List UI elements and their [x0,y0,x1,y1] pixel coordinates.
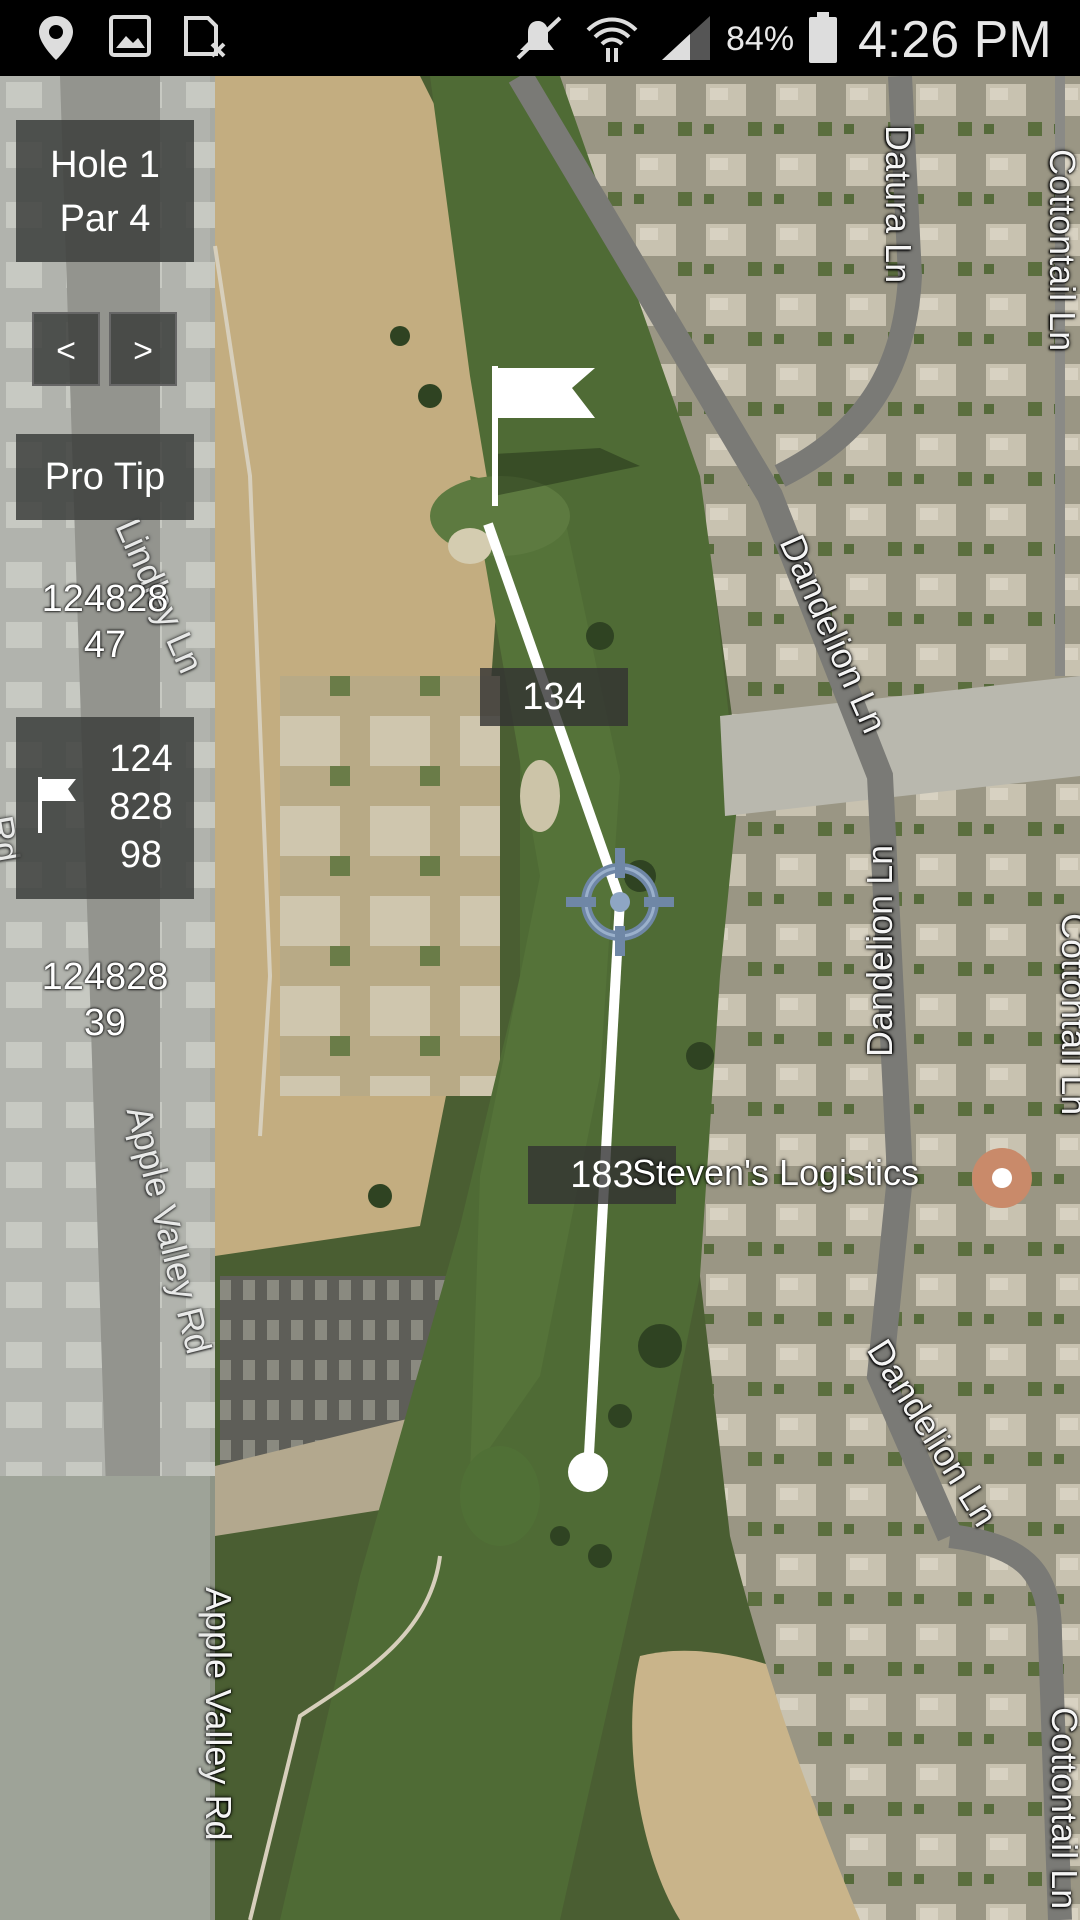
wifi-icon [586,17,638,62]
location-icon [39,16,73,60]
flag-distance-line-3: 98 [119,834,163,876]
upper-distance-value: 134 [522,676,586,718]
target-crosshair-icon[interactable] [566,848,674,956]
poi-marker-icon[interactable] [970,1146,1034,1210]
top-distance-line-1: 124828 [41,578,169,620]
bottom-distance-line-1: 124828 [41,956,169,998]
battery-icon [809,12,837,63]
flag-distance-line-1: 124 [109,738,173,780]
top-distance: 124828 47 [14,576,196,668]
street-label-cottontail-2: Cottontail Ln [1054,913,1080,1116]
street-label-datura: Datura Ln [878,125,919,284]
flag-icon [38,777,76,833]
signal-icon [662,16,710,60]
previous-hole-button[interactable]: < [32,312,100,386]
street-label-cottontail-3: Cottontail Ln [1044,1707,1080,1910]
clock: 4:26 PM [858,11,1052,69]
tee-marker-icon[interactable] [566,1450,610,1494]
sidebar: Hole 1 Par 4 < > Pro Tip 124828 47 124 8… [0,76,210,1920]
battery-percent: 84% [726,20,795,58]
flag-distance-panel[interactable]: 124 828 98 [16,717,194,899]
sim-icon [184,16,226,58]
bottom-distance-line-2: 39 [83,1002,127,1044]
hole-number: Hole 1 [50,144,160,186]
pin-flag-icon[interactable] [480,366,650,516]
pro-tip-button[interactable]: Pro Tip [16,434,194,520]
lower-distance-value: 183 [570,1154,634,1196]
mute-icon [516,16,562,60]
flag-distance-values: 124 828 98 [96,735,186,879]
image-icon [109,15,151,57]
street-label-cottontail-1: Cottontail Ln [1042,149,1080,352]
upper-distance-tag: 134 [480,668,628,726]
hole-info[interactable]: Hole 1 Par 4 [16,120,194,262]
top-distance-line-2: 47 [83,624,127,666]
flag-distance-line-2: 828 [109,786,173,828]
hole-par: Par 4 [59,198,151,240]
street-label-dandelion-2: Dandelion Ln [859,844,900,1057]
status-bar: 84% 4:26 PM [0,0,1080,76]
bottom-distance: 124828 39 [14,954,196,1046]
next-hole-button[interactable]: > [109,312,177,386]
poi-label[interactable]: Steven's Logistics [632,1152,919,1194]
